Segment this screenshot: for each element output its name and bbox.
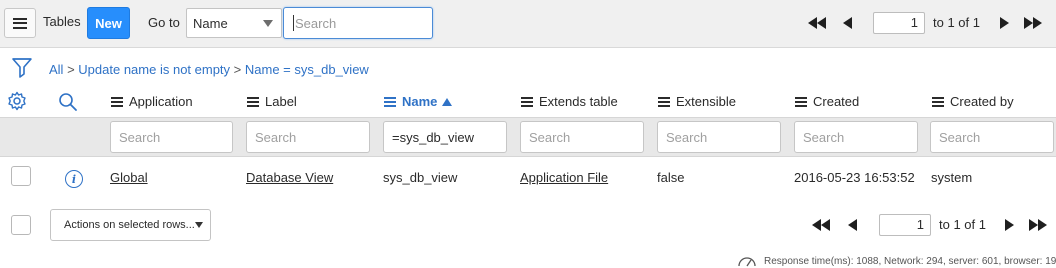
list-settings-gear-icon[interactable] <box>7 91 27 114</box>
double-left-arrow-icon-part <box>821 219 830 231</box>
left-arrow-icon <box>847 219 857 231</box>
right-arrow-icon <box>999 17 1009 29</box>
last-page-button-bottom[interactable] <box>1027 217 1049 233</box>
column-header-label: Label <box>265 94 297 109</box>
info-icon[interactable]: i <box>65 170 83 188</box>
column-header-label: Created by <box>950 94 1014 109</box>
column-menu-icon[interactable] <box>521 96 533 107</box>
search-input-created-by[interactable]: Search <box>930 121 1054 153</box>
select-all-checkbox[interactable] <box>11 215 31 235</box>
column-menu-icon[interactable] <box>111 96 123 107</box>
column-header-extensible[interactable]: Extensible <box>658 94 736 109</box>
cell-created: 2016-05-23 16:53:52 <box>794 170 915 185</box>
goto-selected-value: Name <box>193 15 228 31</box>
search-input-extends-table[interactable]: Search <box>520 121 644 153</box>
list-search-input[interactable]: Search <box>283 7 433 39</box>
breadcrumb-condition-1[interactable]: Update name is not empty <box>78 62 230 77</box>
breadcrumb-separator: > <box>233 62 242 77</box>
page-range-text: to 1 of 1 <box>933 15 980 30</box>
cell-label-link[interactable]: Database View <box>246 170 333 185</box>
response-time-gauge-icon <box>737 255 757 268</box>
last-page-button[interactable] <box>1022 15 1044 31</box>
column-menu-icon[interactable] <box>247 96 259 107</box>
double-right-arrow-icon <box>1029 219 1038 231</box>
breadcrumb: All > Update name is not empty > Name = … <box>49 62 369 77</box>
double-right-arrow-icon <box>1024 17 1033 29</box>
goto-field-select[interactable]: Name <box>186 8 282 38</box>
double-right-arrow-icon-part <box>1033 17 1042 29</box>
column-header-name[interactable]: Name <box>384 94 453 109</box>
first-page-button[interactable] <box>806 15 828 31</box>
double-left-arrow-icon <box>808 17 817 29</box>
dropdown-arrow-icon <box>195 222 203 228</box>
next-page-button-bottom[interactable] <box>1000 217 1018 233</box>
cell-extensible: false <box>657 170 685 185</box>
double-left-arrow-icon-part <box>817 17 826 29</box>
right-arrow-icon <box>1004 219 1014 231</box>
hamburger-icon <box>13 17 27 29</box>
search-input-created[interactable]: Search <box>794 121 918 153</box>
previous-page-button[interactable] <box>838 15 856 31</box>
next-page-button[interactable] <box>995 15 1013 31</box>
actions-on-selected-rows-select[interactable]: Actions on selected rows... <box>50 209 211 241</box>
column-header-label[interactable]: Label <box>247 94 297 109</box>
cell-extends-table-link[interactable]: Application File <box>520 170 608 185</box>
search-input-application[interactable]: Search <box>110 121 233 153</box>
search-input-name[interactable]: =sys_db_view <box>383 121 507 153</box>
column-search-toggle-icon[interactable] <box>58 92 78 115</box>
column-header-created[interactable]: Created <box>795 94 859 109</box>
page-number-input-bottom[interactable]: 1 <box>879 214 931 236</box>
page-range-text-bottom: to 1 of 1 <box>939 217 986 232</box>
cell-application-link[interactable]: Global <box>110 170 148 185</box>
column-menu-icon[interactable] <box>658 96 670 107</box>
column-menu-icon[interactable] <box>932 96 944 107</box>
column-header-created-by[interactable]: Created by <box>932 94 1014 109</box>
new-button[interactable]: New <box>87 7 130 39</box>
sort-ascending-icon <box>442 97 453 106</box>
actions-select-label: Actions on selected rows... <box>64 219 195 231</box>
column-header-label: Name <box>402 94 438 109</box>
left-arrow-icon <box>842 17 852 29</box>
double-left-arrow-icon <box>812 219 821 231</box>
text-cursor <box>293 15 294 31</box>
cell-created-by: system <box>931 170 973 185</box>
response-time-text: Response time(ms): 1088, Network: 294, s… <box>764 256 1056 267</box>
column-header-application[interactable]: Application <box>111 94 193 109</box>
breadcrumb-all-link[interactable]: All <box>49 62 63 77</box>
search-input-label[interactable]: Search <box>246 121 370 153</box>
previous-page-button-bottom[interactable] <box>843 217 861 233</box>
list-title: Tables <box>43 14 81 29</box>
filter-icon[interactable] <box>12 57 32 82</box>
first-page-button-bottom[interactable] <box>810 217 832 233</box>
column-header-extends-table[interactable]: Extends table <box>521 94 618 109</box>
breadcrumb-condition-2[interactable]: Name = sys_db_view <box>245 62 369 77</box>
cell-name: sys_db_view <box>383 170 458 185</box>
double-right-arrow-icon-part <box>1038 219 1047 231</box>
column-menu-icon[interactable] <box>795 96 807 107</box>
column-header-label: Application <box>129 94 193 109</box>
goto-label: Go to <box>148 15 180 30</box>
list-search-placeholder: Search <box>295 15 337 31</box>
column-header-label: Extends table <box>539 94 618 109</box>
list-context-menu-button[interactable] <box>4 8 36 38</box>
page-number-input[interactable]: 1 <box>873 12 925 34</box>
row-select-checkbox[interactable] <box>11 166 31 186</box>
column-menu-icon[interactable] <box>384 96 396 107</box>
search-input-extensible[interactable]: Search <box>657 121 781 153</box>
breadcrumb-separator: > <box>67 62 75 77</box>
dropdown-arrow-icon <box>263 20 273 27</box>
column-header-label: Extensible <box>676 94 736 109</box>
column-header-label: Created <box>813 94 860 109</box>
